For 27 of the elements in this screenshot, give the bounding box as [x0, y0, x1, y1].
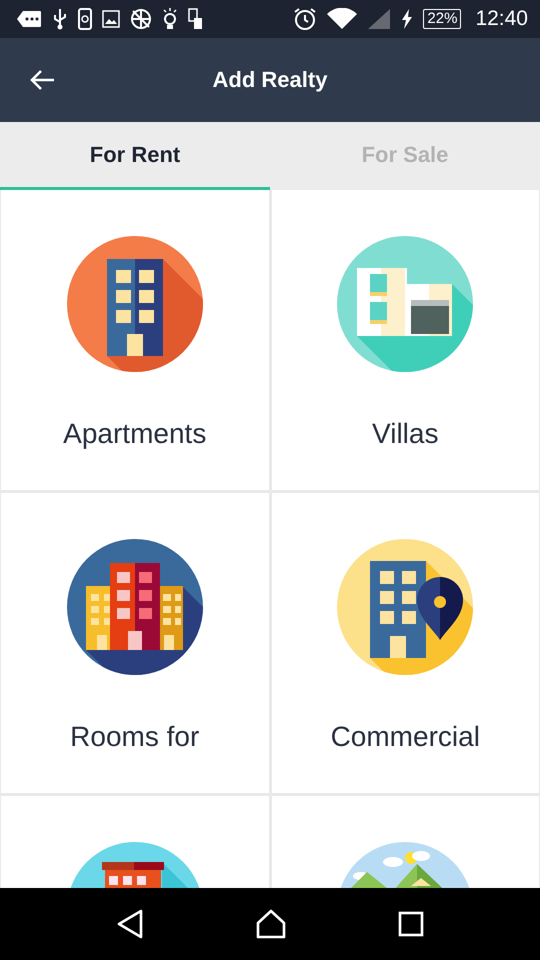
category-label: Rooms for: [70, 721, 200, 753]
charging-bolt-icon: [401, 9, 414, 29]
image-icon: [102, 10, 120, 28]
category-label: Commercial: [330, 721, 480, 753]
building-location-pin-icon: [337, 539, 474, 675]
category-card[interactable]: Apartments: [1, 190, 268, 490]
phone-sync-icon: [78, 8, 92, 30]
category-card[interactable]: Rooms for: [1, 493, 268, 793]
category-card[interactable]: Commercial: [272, 493, 539, 793]
light-bulb-icon: [162, 7, 178, 31]
back-nav-button[interactable]: [116, 909, 144, 939]
category-label: Apartments: [63, 418, 206, 450]
phone-charging-icon: [188, 8, 204, 30]
category-label: Villas: [372, 418, 438, 450]
globe-off-icon: [130, 8, 152, 30]
message-tag-icon: [16, 10, 42, 28]
alarm-clock-icon: [293, 7, 318, 31]
clock-time: 12:40: [475, 7, 528, 31]
cell-signal-icon: [367, 8, 392, 30]
wifi-icon: [327, 8, 358, 30]
recent-apps-button[interactable]: [398, 911, 424, 937]
screen-title: Add Realty: [212, 67, 328, 92]
home-button[interactable]: [256, 909, 286, 939]
battery-indicator: 22%: [423, 9, 462, 29]
villa-house-icon: [337, 236, 474, 372]
category-card[interactable]: Villas: [272, 190, 539, 490]
usb-icon: [52, 8, 68, 30]
